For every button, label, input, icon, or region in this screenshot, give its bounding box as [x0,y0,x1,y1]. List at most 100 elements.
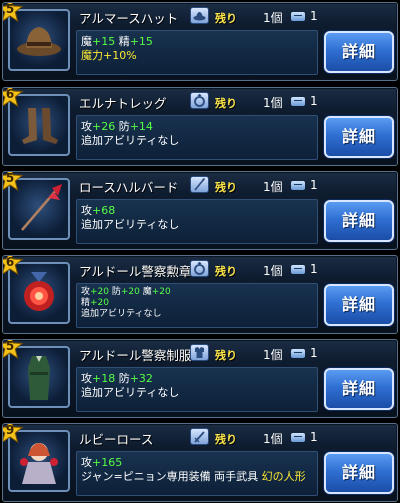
stat-segment: +20 [151,287,171,297]
stat-segment: 攻 [81,372,92,385]
stats-text: 攻+68 追加アビリティなし [81,204,179,232]
stats-text: 攻+18 防+32 追加アビリティなし [81,372,179,400]
remaining-label: 残り [215,433,237,446]
item-name: ルビーロース [79,432,154,447]
stock-count: 1 [310,346,318,360]
remaining-label: 残り [215,97,237,110]
stats-panel: 攻+26 防+14 追加アビリティなし [76,115,318,160]
stats-panel: 攻+18 防+32 追加アビリティなし [76,367,318,412]
detail-button[interactable]: 詳細 [324,452,394,494]
rarity-number: 6 [5,87,15,101]
equipment-row: 9 ルビーロース 残り 1個 1 攻+165 ジャン=ピニョン専用装備 両手武具 幻の人形詳… [2,423,398,502]
stat-segment: 幻の人形 [261,470,306,483]
stat-line: 精+20 [81,298,171,309]
stat-segment: 精 [115,35,130,48]
stock-ticket-icon [291,12,305,21]
rarity-star-icon: 5 [3,339,23,360]
owned-count: 1個 [263,432,283,446]
remaining-label: 残り [215,181,237,194]
detail-button[interactable]: 詳細 [324,116,394,158]
stat-segment: +15 [92,35,116,48]
stock-count: 1 [310,94,318,108]
stat-segment: 魔 [81,35,92,48]
rarity-star-icon: 5 [3,171,23,192]
owned-count: 1個 [263,348,283,362]
remaining-label: 残り [215,265,237,278]
equipment-row: 6 アルドール警察勲章 残り 1個 1 攻+20 防+20 魔+20 精+20 追加アビリティ… [2,255,398,334]
detail-button[interactable]: 詳細 [324,31,394,73]
detail-button[interactable]: 詳細 [324,368,394,410]
stat-segment: 攻 [81,456,92,469]
stat-segment: +14 [129,120,153,133]
owned-count: 1個 [263,11,283,25]
equipment-list: 5 アルマースハット 残り 1個 1 魔+15 精+15 魔力+10% 詳細 6 エルナトレッグ残… [0,0,400,503]
stat-line: 追加アビリティなし [81,386,179,400]
stat-segment: 追加アビリティなし [81,309,162,319]
item-name: アルマースハット [79,11,179,26]
stock-ticket-icon [291,349,305,358]
stat-segment: 攻 [81,120,92,133]
rarity-star-icon: 6 [3,87,23,108]
stat-line: 追加アビリティなし [81,218,179,232]
rarity-number: 6 [5,255,15,269]
stat-segment: 攻 [81,204,92,217]
stat-segment: +18 [92,372,116,385]
stat-segment: ジャン=ピニョン専用装備 両手武具 [81,470,262,483]
stats-panel: 攻+165 ジャン=ピニョン専用装備 両手武具 幻の人形 [76,451,318,496]
stat-segment: 防 [115,372,130,385]
stat-line: 攻+20 防+20 魔+20 [81,287,171,298]
stat-segment: +32 [129,372,153,385]
stat-segment: +26 [92,120,116,133]
stock-count: 1 [310,178,318,192]
stat-line: ジャン=ピニョン専用装備 両手武具 幻の人形 [81,470,306,484]
armor-icon [190,344,209,361]
stats-panel: 攻+68 追加アビリティなし [76,199,318,244]
stat-line: 魔+15 精+15 [81,35,153,49]
stat-line: 追加アビリティなし [81,134,179,148]
equipment-row: 5 アルマースハット 残り 1個 1 魔+15 精+15 魔力+10% 詳細 [2,2,398,81]
stat-segment: 攻 [81,287,91,297]
stats-panel: 魔+15 精+15 魔力+10% [76,30,318,75]
stat-line: 攻+68 [81,204,179,218]
stat-segment: 追加アビリティなし [81,386,180,399]
owned-count: 1個 [263,180,283,194]
rarity-number: 9 [5,423,15,437]
stock-count: 1 [310,9,318,23]
ring-icon [190,260,209,277]
stat-segment: +20 [120,287,140,297]
rarity-number: 5 [5,171,15,185]
stat-segment: 防 [109,287,121,297]
stock-count: 1 [310,430,318,444]
equipment-row: 5 アルドール警察制服 残り 1個 1 攻+18 防+32 追加アビリティなし 詳細 [2,339,398,418]
stat-segment: +68 [92,204,116,217]
equipment-row: 5 ロースハルバード 残り 1個 1 攻+68 追加アビリティなし 詳細 [2,171,398,250]
rarity-star-icon: 6 [3,255,23,276]
stock-ticket-icon [291,433,305,442]
stat-segment: +165 [92,456,123,469]
stat-line: 攻+18 防+32 [81,372,179,386]
stock-count: 1 [310,262,318,276]
stat-line: 追加アビリティなし [81,309,171,320]
stat-segment: 精 [81,298,91,308]
sword-icon [190,428,209,445]
rarity-star-icon: 5 [3,3,23,23]
equipment-row: 6 エルナトレッグ 残り 1個 1 攻+26 防+14 追加アビリティなし 詳細 [2,87,398,166]
rarity-star-icon: 9 [3,423,23,444]
detail-button[interactable]: 詳細 [324,284,394,326]
stats-text: 魔+15 精+15 魔力+10% [81,35,153,63]
stat-segment: +20 [90,287,110,297]
item-name: アルドール警察制服 [79,348,192,363]
item-name: ロースハルバード [79,180,179,195]
stat-segment: +20 [90,298,110,308]
stock-ticket-icon [291,97,305,106]
remaining-label: 残り [215,12,237,25]
stats-panel: 攻+20 防+20 魔+20 精+20 追加アビリティなし [76,283,318,328]
stat-segment: 魔 [139,287,152,297]
detail-button[interactable]: 詳細 [324,200,394,242]
stats-text: 攻+26 防+14 追加アビリティなし [81,120,179,148]
stat-line: 攻+165 [81,456,306,470]
stats-text: 攻+20 防+20 魔+20 精+20 追加アビリティなし [81,287,171,320]
stat-segment: 追加アビリティなし [81,218,180,231]
rarity-number: 5 [5,339,15,353]
stat-segment: +15 [129,35,153,48]
